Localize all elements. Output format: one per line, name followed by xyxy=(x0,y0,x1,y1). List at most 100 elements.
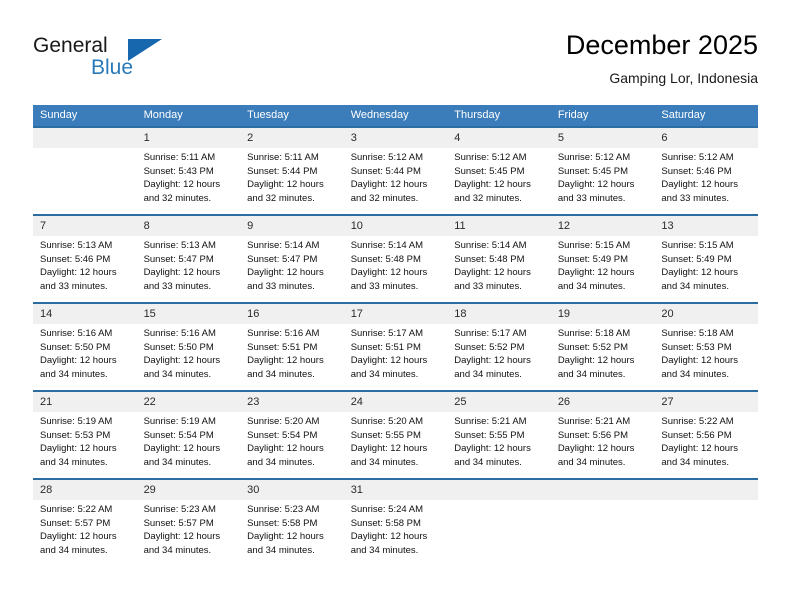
day-details: Sunrise: 5:23 AM Sunset: 5:57 PM Daylight:… xyxy=(137,500,241,557)
daylight-duration-line1: Daylight: 12 hours xyxy=(557,179,635,191)
calendar-day-cell[interactable]: 25 Sunrise: 5:21 AM Sunset: 5:55 PM Dayligh… xyxy=(447,390,551,479)
brand-logo[interactable]: General Blue xyxy=(33,30,253,90)
calendar-day-cell[interactable]: 24 Sunrise: 5:20 AM Sunset: 5:55 PM Dayligh… xyxy=(343,390,448,479)
daylight-duration-line2: and 34 minutes. xyxy=(40,544,108,556)
location-subtitle: Gamping Lor, Indonesia xyxy=(609,70,758,86)
day-number: 22 xyxy=(136,392,241,412)
calendar-day-cell[interactable]: 30 Sunrise: 5:23 AM Sunset: 5:58 PM Dayligh… xyxy=(240,478,344,567)
calendar-day-cell[interactable]: 10 Sunrise: 5:14 AM Sunset: 5:48 PM Dayligh… xyxy=(343,214,448,303)
day-number: 2 xyxy=(240,128,344,148)
sunrise-time: Sunrise: 5:14 AM xyxy=(454,240,527,251)
daylight-duration-line1: Daylight: 12 hours xyxy=(454,443,531,455)
daylight-duration-line1: Daylight: 12 hours xyxy=(557,267,635,279)
daylight-duration-line2: and 34 minutes. xyxy=(143,544,212,556)
calendar-day-cell[interactable]: 4 Sunrise: 5:12 AM Sunset: 5:45 PM Daylight… xyxy=(447,126,551,215)
daylight-duration-line1: Daylight: 12 hours xyxy=(143,179,221,191)
sunset-time: Sunset: 5:44 PM xyxy=(247,165,318,177)
calendar-day-cell[interactable]: 6 Sunrise: 5:12 AM Sunset: 5:46 PM Daylight… xyxy=(654,126,758,215)
calendar-day-cell[interactable]: 15 Sunrise: 5:16 AM Sunset: 5:50 PM Dayligh… xyxy=(136,302,241,391)
day-details: Sunrise: 5:17 AM Sunset: 5:51 PM Daylight:… xyxy=(344,324,448,381)
day-details: Sunrise: 5:12 AM Sunset: 5:44 PM Daylight:… xyxy=(344,148,448,205)
day-details: Sunrise: 5:18 AM Sunset: 5:53 PM Daylight:… xyxy=(654,324,758,381)
weekday-header-friday: Friday xyxy=(550,105,655,127)
calendar-day-cell[interactable]: 5 Sunrise: 5:12 AM Sunset: 5:45 PM Daylight… xyxy=(550,126,655,215)
day-number: 12 xyxy=(550,216,655,236)
sunset-time: Sunset: 5:50 PM xyxy=(143,341,214,353)
calendar-day-cell[interactable]: 17 Sunrise: 5:17 AM Sunset: 5:51 PM Dayligh… xyxy=(343,302,448,391)
calendar-day-cell[interactable]: 18 Sunrise: 5:17 AM Sunset: 5:52 PM Dayligh… xyxy=(447,302,551,391)
sunrise-time: Sunrise: 5:12 AM xyxy=(661,152,734,163)
daylight-duration-line2: and 34 minutes. xyxy=(557,368,626,380)
daylight-duration-line1: Daylight: 12 hours xyxy=(143,443,221,455)
brand-name-blue: Blue xyxy=(91,56,134,79)
daylight-duration-line1: Daylight: 12 hours xyxy=(40,443,117,455)
calendar-cell-empty xyxy=(550,478,655,567)
calendar-day-cell[interactable]: 3 Sunrise: 5:12 AM Sunset: 5:44 PM Daylight… xyxy=(343,126,448,215)
daylight-duration-line1: Daylight: 12 hours xyxy=(40,531,117,543)
daylight-duration-line1: Daylight: 12 hours xyxy=(40,267,117,279)
calendar-day-cell[interactable]: 9 Sunrise: 5:14 AM Sunset: 5:47 PM Daylight… xyxy=(240,214,344,303)
calendar-day-cell[interactable]: 13 Sunrise: 5:15 AM Sunset: 5:49 PM Dayligh… xyxy=(654,214,758,303)
daylight-duration-line2: and 34 minutes. xyxy=(247,368,315,380)
calendar-day-cell[interactable]: 16 Sunrise: 5:16 AM Sunset: 5:51 PM Dayligh… xyxy=(240,302,344,391)
sunset-time: Sunset: 5:51 PM xyxy=(247,341,318,353)
sunset-time: Sunset: 5:49 PM xyxy=(557,253,629,265)
weekday-header-saturday: Saturday xyxy=(654,105,758,127)
calendar-day-cell[interactable]: 19 Sunrise: 5:18 AM Sunset: 5:52 PM Dayligh… xyxy=(550,302,655,391)
sunset-time: Sunset: 5:56 PM xyxy=(557,429,629,441)
calendar-day-cell[interactable]: 12 Sunrise: 5:15 AM Sunset: 5:49 PM Dayligh… xyxy=(550,214,655,303)
sunset-time: Sunset: 5:52 PM xyxy=(454,341,525,353)
day-details: Sunrise: 5:22 AM Sunset: 5:57 PM Daylight:… xyxy=(33,500,137,557)
calendar-day-cell[interactable]: 1 Sunrise: 5:11 AM Sunset: 5:43 PM Daylight… xyxy=(136,126,241,215)
daylight-duration-line2: and 32 minutes. xyxy=(143,192,212,204)
weekday-header-thursday: Thursday xyxy=(447,105,551,127)
day-details: Sunrise: 5:12 AM Sunset: 5:45 PM Daylight:… xyxy=(551,148,655,205)
daylight-duration-line2: and 34 minutes. xyxy=(454,456,522,468)
day-details: Sunrise: 5:14 AM Sunset: 5:48 PM Daylight:… xyxy=(344,236,448,293)
day-details: Sunrise: 5:12 AM Sunset: 5:46 PM Daylight:… xyxy=(654,148,758,205)
day-details: Sunrise: 5:16 AM Sunset: 5:50 PM Daylight:… xyxy=(33,324,137,381)
day-number: 15 xyxy=(136,304,241,324)
calendar-day-cell[interactable]: 21 Sunrise: 5:19 AM Sunset: 5:53 PM Dayligh… xyxy=(33,390,137,479)
sunset-time: Sunset: 5:46 PM xyxy=(661,165,732,177)
calendar-day-cell[interactable]: 27 Sunrise: 5:22 AM Sunset: 5:56 PM Dayligh… xyxy=(654,390,758,479)
day-number: 9 xyxy=(240,216,344,236)
calendar-day-cell[interactable]: 29 Sunrise: 5:23 AM Sunset: 5:57 PM Dayligh… xyxy=(136,478,241,567)
calendar-body: 1 Sunrise: 5:11 AM Sunset: 5:43 PM Daylight… xyxy=(33,126,758,567)
daylight-duration-line1: Daylight: 12 hours xyxy=(557,443,635,455)
calendar-day-cell[interactable]: 26 Sunrise: 5:21 AM Sunset: 5:56 PM Dayligh… xyxy=(550,390,655,479)
day-details: Sunrise: 5:15 AM Sunset: 5:49 PM Daylight:… xyxy=(654,236,758,293)
weekday-header-sunday: Sunday xyxy=(33,105,137,127)
day-number: 24 xyxy=(343,392,448,412)
calendar-week-row: 14 Sunrise: 5:16 AM Sunset: 5:50 PM Dayligh… xyxy=(33,302,758,391)
day-number: 25 xyxy=(447,392,551,412)
daylight-duration-line2: and 34 minutes. xyxy=(557,456,626,468)
day-details: Sunrise: 5:13 AM Sunset: 5:47 PM Daylight:… xyxy=(137,236,241,293)
sunset-time: Sunset: 5:56 PM xyxy=(661,429,732,441)
calendar-day-cell[interactable]: 28 Sunrise: 5:22 AM Sunset: 5:57 PM Dayligh… xyxy=(33,478,137,567)
calendar-day-cell[interactable]: 23 Sunrise: 5:20 AM Sunset: 5:54 PM Dayligh… xyxy=(240,390,344,479)
brand-name-general: General xyxy=(33,34,108,57)
day-number: 7 xyxy=(33,216,137,236)
day-details: Sunrise: 5:21 AM Sunset: 5:55 PM Daylight:… xyxy=(447,412,551,469)
calendar-day-cell[interactable]: 2 Sunrise: 5:11 AM Sunset: 5:44 PM Daylight… xyxy=(240,126,344,215)
calendar-day-cell[interactable]: 22 Sunrise: 5:19 AM Sunset: 5:54 PM Dayligh… xyxy=(136,390,241,479)
sunset-time: Sunset: 5:58 PM xyxy=(247,517,318,529)
day-details: Sunrise: 5:17 AM Sunset: 5:52 PM Daylight:… xyxy=(447,324,551,381)
daylight-duration-line2: and 34 minutes. xyxy=(557,280,626,292)
calendar-day-cell[interactable]: 14 Sunrise: 5:16 AM Sunset: 5:50 PM Dayligh… xyxy=(33,302,137,391)
calendar-day-cell[interactable]: 31 Sunrise: 5:24 AM Sunset: 5:58 PM Dayligh… xyxy=(343,478,448,567)
daylight-duration-line2: and 34 minutes. xyxy=(350,368,419,380)
calendar-week-row: 7 Sunrise: 5:13 AM Sunset: 5:46 PM Daylight… xyxy=(33,214,758,303)
calendar-day-cell[interactable]: 7 Sunrise: 5:13 AM Sunset: 5:46 PM Daylight… xyxy=(33,214,137,303)
calendar-day-cell[interactable]: 20 Sunrise: 5:18 AM Sunset: 5:53 PM Dayligh… xyxy=(654,302,758,391)
daylight-duration-line1: Daylight: 12 hours xyxy=(350,531,428,543)
sunrise-time: Sunrise: 5:15 AM xyxy=(557,240,631,251)
calendar-day-cell[interactable]: 8 Sunrise: 5:13 AM Sunset: 5:47 PM Daylight… xyxy=(136,214,241,303)
day-number: 6 xyxy=(654,128,758,148)
daylight-duration-line2: and 34 minutes. xyxy=(454,368,522,380)
daylight-duration-line1: Daylight: 12 hours xyxy=(661,179,738,191)
calendar-day-cell[interactable]: 11 Sunrise: 5:14 AM Sunset: 5:48 PM Dayligh… xyxy=(447,214,551,303)
day-number: 27 xyxy=(654,392,758,412)
sunset-time: Sunset: 5:45 PM xyxy=(557,165,629,177)
